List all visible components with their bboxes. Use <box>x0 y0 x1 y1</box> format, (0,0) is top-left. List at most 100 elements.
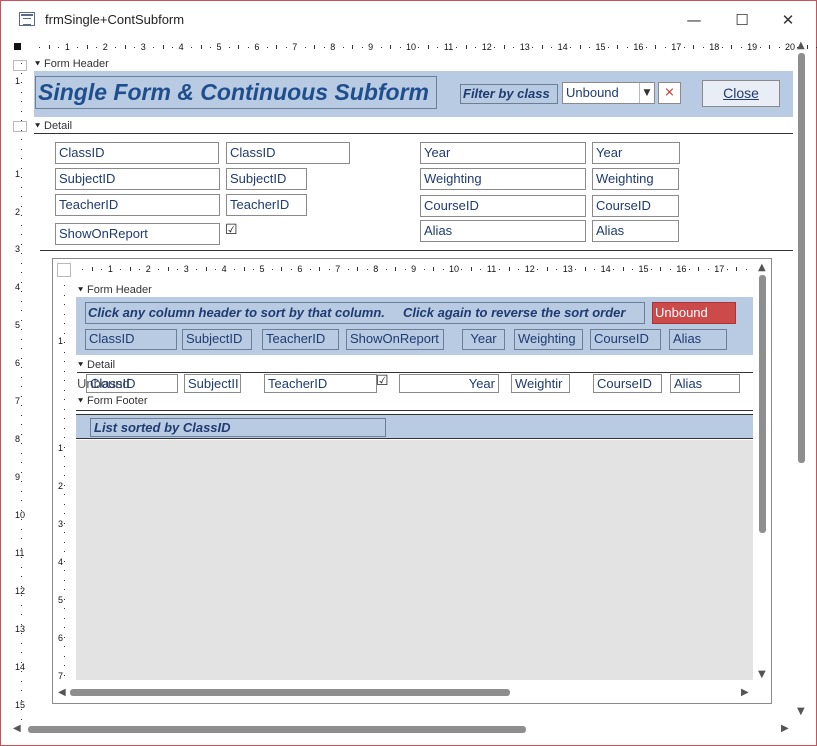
ruler-tick <box>21 243 22 245</box>
ruler-tick <box>64 446 65 448</box>
ruler-tick <box>21 291 22 292</box>
ruler-number: 11 <box>15 548 25 558</box>
column-header-year[interactable]: Year <box>462 329 505 350</box>
window-title: frmSingle+ContSubform <box>45 12 185 27</box>
main-horizontal-scroll-thumb[interactable] <box>28 726 526 733</box>
ruler-tick <box>21 215 22 216</box>
ruler-tick <box>115 47 117 48</box>
ruler-tick <box>64 665 65 666</box>
detail-classid-field[interactable]: ClassID <box>86 374 178 393</box>
alias-field[interactable]: Alias <box>592 220 679 242</box>
ruler-tick <box>21 547 22 549</box>
column-header-alias[interactable]: Alias <box>669 329 727 350</box>
ruler-tick <box>427 45 429 49</box>
ruler-tick <box>21 471 22 473</box>
ruler-tick <box>281 267 283 271</box>
classid-field[interactable]: ClassID <box>226 142 350 164</box>
scroll-right-icon[interactable]: ▶ <box>781 723 789 734</box>
subform-selector[interactable] <box>57 263 71 277</box>
ruler-tick <box>21 699 22 701</box>
year-label: Year <box>420 142 586 164</box>
detail-section-bar[interactable]: ⯆ Detail <box>34 120 794 132</box>
detail-subjectid-field[interactable]: SubjectII <box>184 374 241 393</box>
weighting-label: Weighting <box>420 168 586 190</box>
minimize-button[interactable]: — <box>674 7 714 33</box>
section-selector[interactable] <box>13 60 27 71</box>
scroll-up-icon[interactable]: ▲ <box>758 262 766 273</box>
ruler-tick <box>64 541 65 543</box>
subform-vertical-scroll-thumb[interactable] <box>759 275 766 533</box>
chevron-down-icon[interactable]: ▼ <box>639 83 654 103</box>
ruler-tick <box>683 47 685 48</box>
teacherid-field[interactable]: TeacherID <box>226 194 307 216</box>
ruler-number: 7 <box>58 671 64 681</box>
showonreport-checkbox[interactable]: ☑ <box>225 222 238 238</box>
column-header-weighting[interactable]: Weighting <box>514 329 583 350</box>
detail-courseid-field[interactable]: CourseID <box>593 374 662 393</box>
weighting-field[interactable]: Weighting <box>592 168 679 190</box>
subjectid-label: SubjectID <box>55 168 220 190</box>
ruler-number: 4 <box>178 42 184 52</box>
ruler-number: 12 <box>524 264 535 274</box>
detail-showonreport-checkbox[interactable]: ☑ <box>376 373 389 389</box>
ruler-tick <box>546 267 548 271</box>
section-divider <box>40 250 793 251</box>
ruler-tick <box>21 433 22 435</box>
detail-alias-field[interactable]: Alias <box>670 374 740 393</box>
column-header-showonreport[interactable]: ShowOnReport <box>346 329 444 350</box>
ruler-tick <box>64 437 65 438</box>
column-header-subjectid[interactable]: SubjectID <box>182 329 252 350</box>
filter-clear-icon[interactable]: ⨯ <box>658 82 681 104</box>
scroll-left-icon[interactable]: ◀ <box>58 687 66 698</box>
ruler-tick <box>64 627 65 628</box>
courseid-field[interactable]: CourseID <box>592 195 679 217</box>
form-title-label: Single Form & Continuous Subform <box>35 76 437 109</box>
ruler-tick <box>21 604 22 606</box>
subjectid-field[interactable]: SubjectID <box>226 168 307 190</box>
maximize-button[interactable]: ☐ <box>722 7 762 33</box>
ruler-number: 2 <box>58 481 64 491</box>
ruler-tick <box>579 45 581 49</box>
scroll-up-icon[interactable]: ▲ <box>797 40 805 51</box>
ruler-tick <box>82 269 84 270</box>
close-form-button[interactable]: Close <box>702 80 780 107</box>
ruler-tick <box>21 595 22 596</box>
form-selector[interactable] <box>14 43 21 50</box>
detail-teacherid-field[interactable]: TeacherID <box>264 374 377 393</box>
section-selector[interactable] <box>13 121 27 132</box>
ruler-number: 17 <box>671 42 682 52</box>
ruler-tick <box>64 399 65 400</box>
detail-weighting-field[interactable]: Weightir <box>511 374 570 393</box>
column-header-courseid[interactable]: CourseID <box>590 329 661 350</box>
ruler-number: 7 <box>335 264 341 274</box>
filter-combo[interactable]: Unbound ▼ <box>562 82 655 104</box>
subform-detail-section-bar[interactable]: ⯆ Detail <box>77 359 753 371</box>
ruler-number: 13 <box>519 42 530 52</box>
year-field[interactable]: Year <box>592 142 680 164</box>
subform-header-section-bar[interactable]: ⯆ Form Header <box>77 284 753 296</box>
subform-control[interactable]: 1 2 3 4 5 6 7 8 9 10 11 12 13 14 15 16 17 11234567 ⯆ Form… <box>52 258 772 704</box>
ruler-tick <box>304 47 306 48</box>
ruler-tick <box>64 484 65 486</box>
detail-year-field[interactable]: Year <box>399 374 499 393</box>
subform-header-band: Click any column header to sort by that … <box>76 297 753 355</box>
ruler-tick <box>721 47 723 48</box>
scroll-down-icon[interactable]: ▼ <box>797 706 805 717</box>
ruler-tick <box>575 269 577 270</box>
ruler-tick <box>470 267 472 271</box>
ruler-tick <box>499 269 501 270</box>
subform-footer-section-bar[interactable]: ⯆ Form Footer <box>77 395 753 407</box>
column-header-teacherid[interactable]: TeacherID <box>262 329 339 350</box>
scroll-right-icon[interactable]: ▶ <box>741 687 749 698</box>
main-vertical-scroll-thumb[interactable] <box>798 53 805 463</box>
column-header-classid[interactable]: ClassID <box>85 329 177 350</box>
section-arrow-icon: ⯆ <box>77 285 85 295</box>
sort-instruction-label: Click any column header to sort by that … <box>85 302 645 324</box>
scroll-left-icon[interactable]: ◀ <box>13 723 21 734</box>
scroll-down-icon[interactable]: ▼ <box>758 669 766 680</box>
unbound-textbox[interactable]: Unbound <box>652 302 736 324</box>
form-header-section-bar[interactable]: ⯆ Form Header <box>34 58 794 70</box>
ruler-tick <box>120 269 122 270</box>
close-window-button[interactable]: ✕ <box>768 7 808 33</box>
subform-horizontal-scroll-thumb[interactable] <box>70 689 510 696</box>
